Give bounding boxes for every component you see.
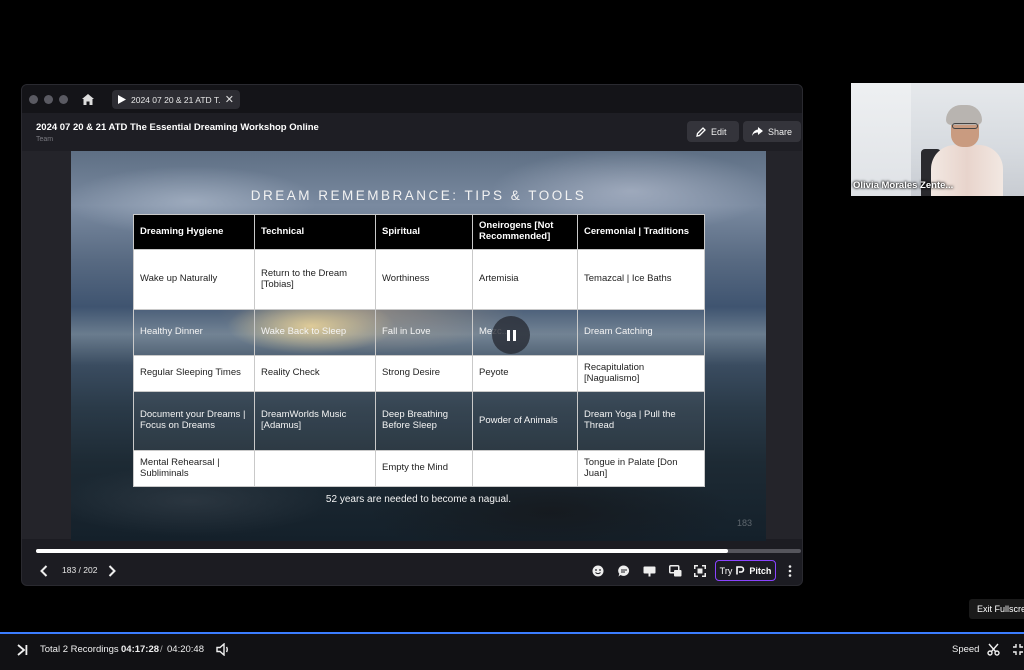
table-cell: Healthy Dinner [133,309,255,356]
column-header: Ceremonial | Traditions [577,214,705,250]
exit-fullscreen-tooltip: Exit Fullscre [969,599,1024,619]
home-button[interactable] [78,91,98,107]
window-minimize-dot[interactable] [44,95,53,104]
skip-to-next-icon[interactable] [17,644,28,656]
speed-button[interactable]: Speed [952,644,979,655]
time-separator: / [160,644,163,655]
presentation-tab[interactable]: 2024 07 20 & 21 ATD T... ✕ [112,90,240,109]
table-cell: Empty the Mind [375,450,473,487]
table-cell: Wake up Naturally [133,249,255,310]
share-button[interactable]: Share [743,121,801,142]
slide: DREAM REMEMBRANCE: TIPS & TOOLS Dreaming… [71,151,766,541]
table-row: Healthy Dinner Wake Back to Sleep Fall i… [133,309,705,356]
pause-icon-bar [512,329,516,341]
table-cell: Temazcal | Ice Baths [577,249,705,310]
next-slide-icon[interactable] [108,565,116,577]
table-cell: DreamWorlds Music [Adamus] [254,391,376,451]
table-cell: Worthiness [375,249,473,310]
total-recordings: Total 2 Recordings [40,644,119,655]
column-header: Dreaming Hygiene [133,214,255,250]
slide-stage: DREAM REMEMBRANCE: TIPS & TOOLS Dreaming… [22,151,802,541]
presentation-title: 2024 07 20 & 21 ATD The Essential Dreami… [36,122,319,133]
volume-icon[interactable] [216,643,230,656]
table-cell: Regular Sleeping Times [133,355,255,392]
table-row: Document your Dreams | Focus on Dreams D… [133,391,705,451]
player-controls: 183 / 202 Try Pitch [22,557,802,585]
table-cell: Return to the Dream [Tobias] [254,249,376,310]
presenter-view-icon[interactable] [643,566,656,577]
table-cell: Mental Rehearsal | Subliminals [133,450,255,487]
table-cell: Document your Dreams | Focus on Dreams [133,391,255,451]
slide-counter: 183 / 202 [62,565,98,575]
exit-fullscreen-icon[interactable] [1012,643,1024,656]
table-cell: Artemisia [472,249,578,310]
try-label: Try [719,565,733,576]
column-header: Technical [254,214,376,250]
presentation-header: 2024 07 20 & 21 ATD The Essential Dreami… [22,113,802,151]
participant-name: Olivia Morales Zente... [853,180,954,191]
scissors-icon[interactable] [987,643,1000,656]
slide-progress-fill [36,549,729,553]
participant-hair [946,105,982,125]
table-cell: Powder of Animals [472,391,578,451]
edit-label: Edit [711,126,727,137]
current-time: 04:17:28 [121,644,160,655]
pencil-icon [696,126,706,137]
participant-glasses [952,123,978,129]
table-cell: Strong Desire [375,355,473,392]
slide-progress-bar[interactable] [36,549,801,553]
try-pitch-button[interactable]: Try Pitch [715,560,776,581]
table-row: Mental Rehearsal | Subliminals Empty the… [133,450,705,487]
pause-button[interactable] [492,316,530,354]
previous-slide-icon[interactable] [40,565,48,577]
participant-video-tile[interactable]: Olivia Morales Zente... [851,83,1024,196]
picture-in-picture-icon[interactable] [669,565,682,577]
screen: 2024 07 20 & 21 ATD T... ✕ 2024 07 20 & … [0,0,1024,670]
slide-title: DREAM REMEMBRANCE: TIPS & TOOLS [250,188,587,203]
edit-button[interactable]: Edit [687,121,739,142]
more-options-icon[interactable] [788,565,792,577]
share-label: Share [767,126,792,137]
table-cell [472,450,578,487]
share-arrow-icon [752,126,763,136]
column-header: Spiritual [375,214,473,250]
table-cell: Fall in Love [375,309,473,356]
table-cell: Tongue in Palate [Don Juan] [577,450,705,487]
emoji-reaction-icon[interactable] [592,565,604,577]
table-cell: Peyote [472,355,578,392]
window-close-dot[interactable] [29,95,38,104]
close-tab-icon[interactable]: ✕ [225,93,234,106]
title-bar: 2024 07 20 & 21 ATD T... ✕ [22,85,802,113]
pitch-logo-icon [736,566,745,575]
recording-control-bar: Total 2 Recordings 04:17:28 / 04:20:48 S… [0,634,1024,670]
table-cell: Reality Check [254,355,376,392]
table-row: Regular Sleeping Times Reality Check Str… [133,355,705,392]
total-time: 04:20:48 [167,644,204,655]
table-cell: Dream Yoga | Pull the Thread [577,391,705,451]
table-cell: Dream Catching [577,309,705,356]
table-cell: Deep Breathing Before Sleep [375,391,473,451]
play-icon [118,95,126,104]
column-header: Oneirogens [Not Recommended] [472,214,578,250]
table-row: Wake up Naturally Return to the Dream [T… [133,249,705,310]
pause-icon [506,329,510,341]
pitch-window: 2024 07 20 & 21 ATD T... ✕ 2024 07 20 & … [21,84,803,586]
pitch-label: Pitch [749,565,772,576]
table-cell [254,450,376,487]
tab-title: 2024 07 20 & 21 ATD T... [131,94,220,105]
fullscreen-icon[interactable] [694,565,706,577]
table-header-row: Dreaming Hygiene Technical Spiritual One… [133,214,705,250]
workspace-label: Team [36,136,54,143]
comment-icon[interactable] [618,565,630,577]
slide-footnote: 52 years are needed to become a nagual. [325,494,512,505]
home-icon [82,93,94,105]
tips-table: Dreaming Hygiene Technical Spiritual One… [133,214,705,487]
window-controls [29,95,68,104]
table-cell: Recapitulation [Nagualismo] [577,355,705,392]
window-maximize-dot[interactable] [59,95,68,104]
slide-number-watermark: 183 [737,518,753,528]
table-cell: Wake Back to Sleep [254,309,376,356]
